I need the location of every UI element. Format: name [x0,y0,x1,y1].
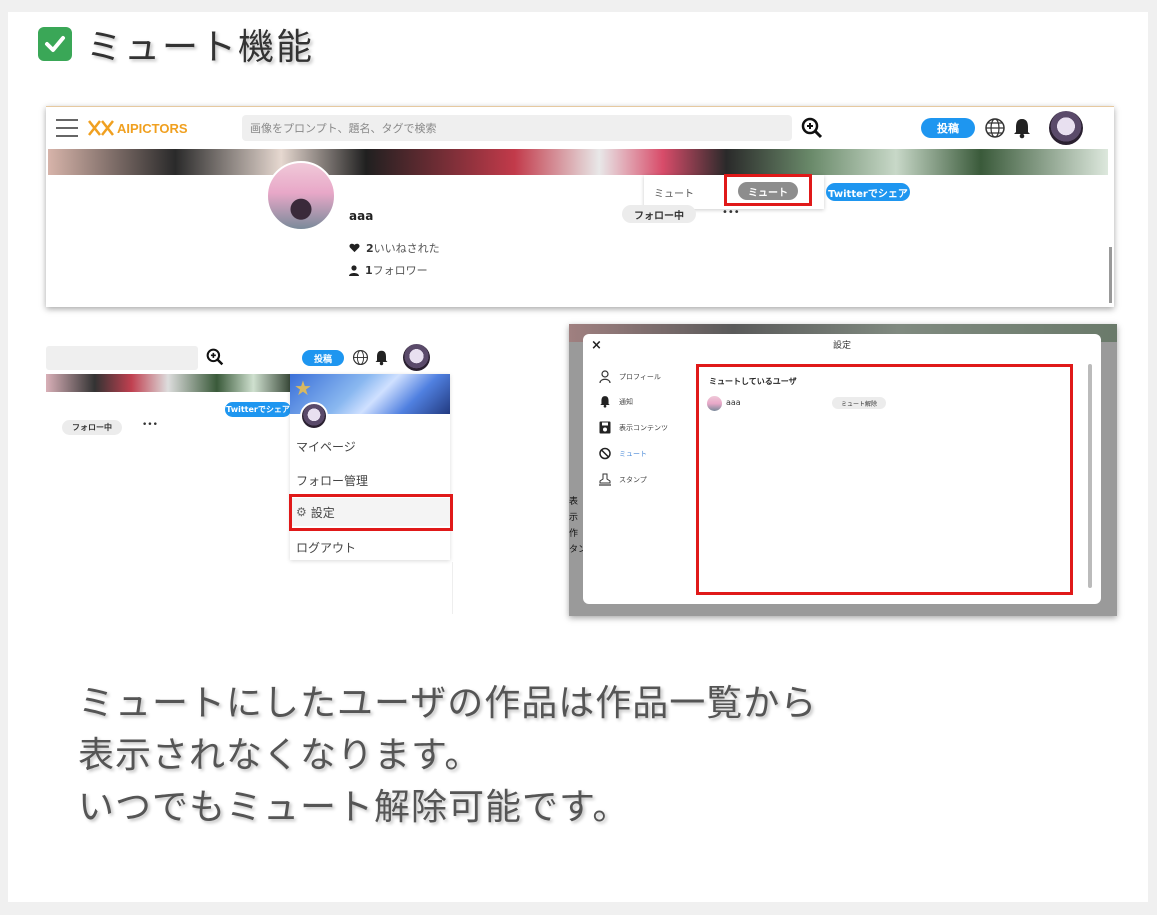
stamp-icon [599,473,611,486]
menu-item-mypage[interactable]: マイページ [296,438,356,455]
scrollbar[interactable] [1109,247,1112,303]
slide-title: ミュート機能 [38,22,314,68]
menu-item-logout[interactable]: ログアウト [296,539,356,556]
follow-button[interactable]: フォロー中 [62,420,122,435]
more-options-icon[interactable]: ••• [142,420,158,430]
user-dropdown-menu: ★ マイページ フォロー管理 ⚙ 設定 ログアウト [290,374,450,560]
bell-icon[interactable] [1012,117,1032,143]
likes-count: 2 [366,242,374,255]
twitter-share-button[interactable]: Twitterでシェア [225,402,291,417]
modal-scrollbar[interactable] [1088,364,1092,588]
settings-nav-mute[interactable]: ミュート [599,447,647,460]
settings-screenshot: 表 示 作 タン × 設定 プロフィール 通知 表示コンテンツ ミュート スタン… [569,324,1117,616]
user-menu-screenshot: 投稿 Twitterでシェア フォロー中 ••• ★ マイページ フォロー管理 … [46,340,456,615]
header-avatar[interactable] [403,344,430,371]
logo-text: AIPICTORS [117,120,188,136]
settings-nav-notifications[interactable]: 通知 [599,395,633,408]
person-icon [349,264,359,276]
search-input[interactable]: 画像をプロンプト、題名、タグで検索 [242,115,792,141]
bell-icon[interactable] [374,349,389,370]
hamburger-menu-icon[interactable] [56,119,78,137]
settings-nav-label: スタンプ [619,475,647,484]
globe-icon[interactable] [984,117,1006,143]
menu-edge-line [452,562,453,614]
followers-stat: 1フォロワー [349,262,428,278]
close-icon[interactable]: × [591,338,602,353]
profile-username: aaa [349,209,374,223]
header-avatar[interactable] [1049,111,1083,145]
logo[interactable]: AIPICTORS [88,119,188,137]
save-icon [599,421,611,434]
heart-icon [349,243,360,253]
search-placeholder: 画像をプロンプト、題名、タグで検索 [250,122,437,135]
muted-list-highlight-box [696,364,1073,595]
star-icon: ★ [294,376,312,400]
caption: ミュートにしたユーザの作品は作品一覧から 表示されなくなります。 いつでもミュー… [78,678,817,834]
settings-nav-stamp[interactable]: スタンプ [599,473,647,486]
menu-avatar [300,402,328,430]
settings-nav-label: 表示コンテンツ [619,423,668,432]
settings-highlight-box [289,494,453,531]
post-button[interactable]: 投稿 [302,350,344,366]
mute-dropdown-label: ミュート [654,189,694,200]
settings-nav-label: ミュート [619,449,647,458]
post-button[interactable]: 投稿 [921,118,975,138]
search-input-partial[interactable] [46,346,198,370]
more-options-icon[interactable]: ••• [722,207,740,218]
banner-strip [46,374,290,392]
likes-stat: 2いいねされた [349,240,440,256]
likes-label: いいねされた [373,242,440,255]
search-zoom-icon[interactable] [801,117,823,143]
settings-nav-label: 通知 [619,397,633,406]
settings-nav-profile[interactable]: プロフィール [599,370,661,383]
followers-count: 1 [365,264,373,277]
caption-line: いつでもミュート解除可能です。 [78,787,630,828]
checkmark-icon [38,27,72,61]
menu-item-follow-management[interactable]: フォロー管理 [296,472,368,489]
bell-icon [600,396,610,408]
twitter-share-button[interactable]: Twitterでシェア [826,183,910,201]
settings-title: 設定 [833,341,852,351]
profile-avatar [266,161,336,231]
follow-button[interactable]: フォロー中 [622,205,696,223]
profile-screenshot: AIPICTORS 画像をプロンプト、題名、タグで検索 投稿 aaa 2いいねさ… [46,106,1114,307]
followers-label: フォロワー [372,264,428,277]
mute-highlight-box [724,174,812,206]
logo-icon [88,120,114,136]
caption-line: ミュートにしたユーザの作品は作品一覧から [78,683,818,724]
profile-banner [48,149,1108,175]
person-outline-icon [599,370,611,383]
globe-icon[interactable] [352,349,369,370]
settings-nav-label: プロフィール [619,372,661,381]
search-zoom-icon[interactable] [206,348,224,370]
block-icon [599,447,611,460]
title-text: ミュート機能 [86,27,315,68]
settings-nav-display-content[interactable]: 表示コンテンツ [599,421,668,434]
caption-line: 表示されなくなります。 [78,735,482,776]
